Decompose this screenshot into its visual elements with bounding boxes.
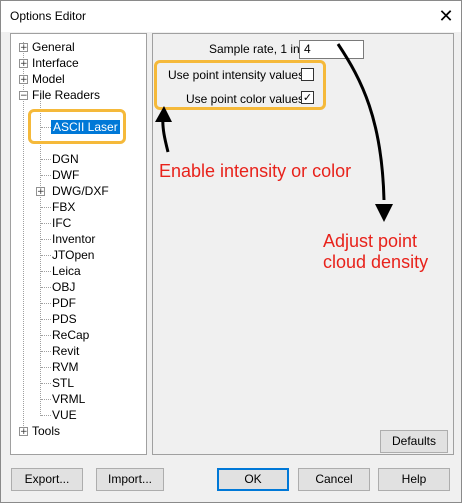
help-button[interactable]: Help: [378, 468, 450, 491]
tree-connector: [41, 239, 51, 240]
options-tree[interactable]: + General + Interface + Model − File Rea…: [10, 33, 147, 455]
tree-connector: [41, 335, 51, 336]
tree-item-model[interactable]: Model: [32, 71, 65, 87]
tree-connector: [41, 223, 51, 224]
tree-connector: [41, 303, 51, 304]
options-editor-dialog: Options Editor ✕ + General + Interface +…: [0, 0, 462, 503]
tree-connector: [41, 255, 51, 256]
tree-connector: [40, 98, 41, 416]
enable-annotation: Enable intensity or color: [159, 161, 352, 181]
tree-item-pds[interactable]: PDS: [52, 311, 77, 327]
tree-connector: [41, 287, 51, 288]
ascii-laser-highlight: [28, 109, 126, 144]
tree-item-dwf[interactable]: DWF: [52, 167, 79, 183]
tree-item-recap[interactable]: ReCap: [52, 327, 89, 343]
close-icon[interactable]: ✕: [431, 1, 461, 32]
tree-item-jtopen[interactable]: JTOpen: [52, 247, 94, 263]
expand-icon[interactable]: +: [19, 427, 28, 437]
window-title: Options Editor: [10, 9, 87, 23]
expand-icon[interactable]: +: [19, 59, 28, 69]
tree-item-dgn[interactable]: DGN: [52, 151, 79, 167]
tree-connector: [41, 175, 51, 176]
expand-icon[interactable]: +: [19, 75, 28, 85]
checkbox-highlight: [154, 60, 326, 110]
tree-item-file-readers[interactable]: File Readers: [32, 87, 100, 103]
tree-item-dwg-dxf[interactable]: DWG/DXF: [52, 183, 109, 199]
tree-connector: [41, 383, 51, 384]
tree-item-general[interactable]: General: [32, 39, 75, 55]
sample-rate-label: Sample rate, 1 in: [209, 42, 300, 56]
tree-item-vue[interactable]: VUE: [52, 407, 77, 423]
cancel-button[interactable]: Cancel: [298, 468, 370, 491]
tree-item-rvm[interactable]: RVM: [52, 359, 78, 375]
tree-connector: [41, 159, 51, 160]
import-button[interactable]: Import...: [96, 468, 164, 491]
ok-button[interactable]: OK: [217, 468, 289, 491]
tree-connector: [41, 351, 51, 352]
adjust-annotation-line1: Adjust point: [323, 231, 418, 251]
tree-item-interface[interactable]: Interface: [32, 55, 79, 71]
tree-item-pdf[interactable]: PDF: [52, 295, 76, 311]
tree-item-stl[interactable]: STL: [52, 375, 74, 391]
tree-item-ifc[interactable]: IFC: [52, 215, 71, 231]
tree-connector: [41, 207, 51, 208]
expand-icon[interactable]: +: [36, 187, 45, 197]
tree-item-revit[interactable]: Revit: [52, 343, 79, 359]
tree-connector: [41, 367, 51, 368]
tree-connector: [41, 319, 51, 320]
title-bar: Options Editor ✕: [1, 1, 461, 32]
tree-connector: [41, 271, 51, 272]
collapse-icon[interactable]: −: [19, 91, 28, 101]
tree-item-leica[interactable]: Leica: [52, 263, 81, 279]
export-button[interactable]: Export...: [11, 468, 83, 491]
tree-item-obj[interactable]: OBJ: [52, 279, 75, 295]
adjust-annotation-line2: cloud density: [323, 252, 429, 272]
tree-item-fbx[interactable]: FBX: [52, 199, 75, 215]
tree-item-tools[interactable]: Tools: [32, 423, 60, 439]
expand-icon[interactable]: +: [19, 43, 28, 53]
sample-rate-input[interactable]: 4: [299, 40, 364, 59]
tree-connector: [41, 415, 51, 416]
tree-connector: [41, 399, 51, 400]
defaults-button[interactable]: Defaults: [380, 430, 448, 453]
tree-item-inventor[interactable]: Inventor: [52, 231, 95, 247]
tree-item-vrml[interactable]: VRML: [52, 391, 85, 407]
